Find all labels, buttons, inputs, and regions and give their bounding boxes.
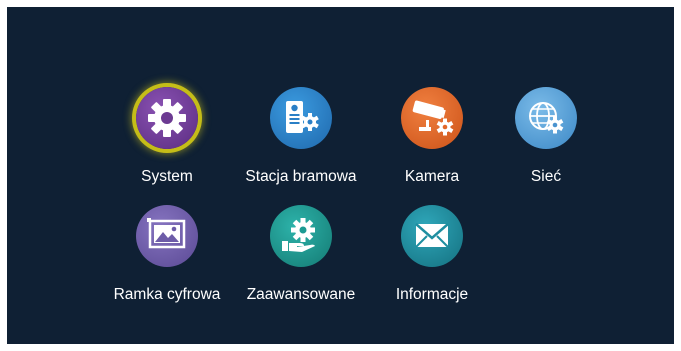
menu-item-advanced[interactable]: Zaawansowane — [241, 205, 361, 315]
menu-item-digital-frame[interactable]: Ramka cyfrowa — [107, 205, 227, 315]
menu-item-label: Informacje — [395, 286, 469, 303]
envelope-icon — [415, 223, 449, 248]
information-icon-button — [401, 205, 463, 267]
menu-item-system[interactable]: System — [107, 87, 227, 197]
photo-frame-icon — [147, 218, 186, 249]
main-menu-screen: System Stacja bramowa Kamera Sieć Ramka … — [7, 7, 674, 344]
door-station-icon — [286, 101, 319, 133]
network-icon-button — [515, 87, 577, 149]
door-station-icon-button — [270, 87, 332, 149]
gear-icon — [148, 99, 186, 137]
digital-frame-icon-button — [136, 205, 198, 267]
hand-gear-icon — [282, 218, 315, 252]
cctv-camera-icon — [412, 100, 454, 136]
advanced-icon-button — [270, 205, 332, 267]
menu-item-network[interactable]: Sieć — [486, 87, 606, 197]
menu-item-label: Sieć — [530, 168, 562, 185]
network-globe-icon — [529, 102, 564, 134]
menu-item-door-station[interactable]: Stacja bramowa — [241, 87, 361, 197]
camera-icon-button — [401, 87, 463, 149]
system-icon-button — [136, 87, 198, 149]
menu-item-information[interactable]: Informacje — [372, 205, 492, 315]
